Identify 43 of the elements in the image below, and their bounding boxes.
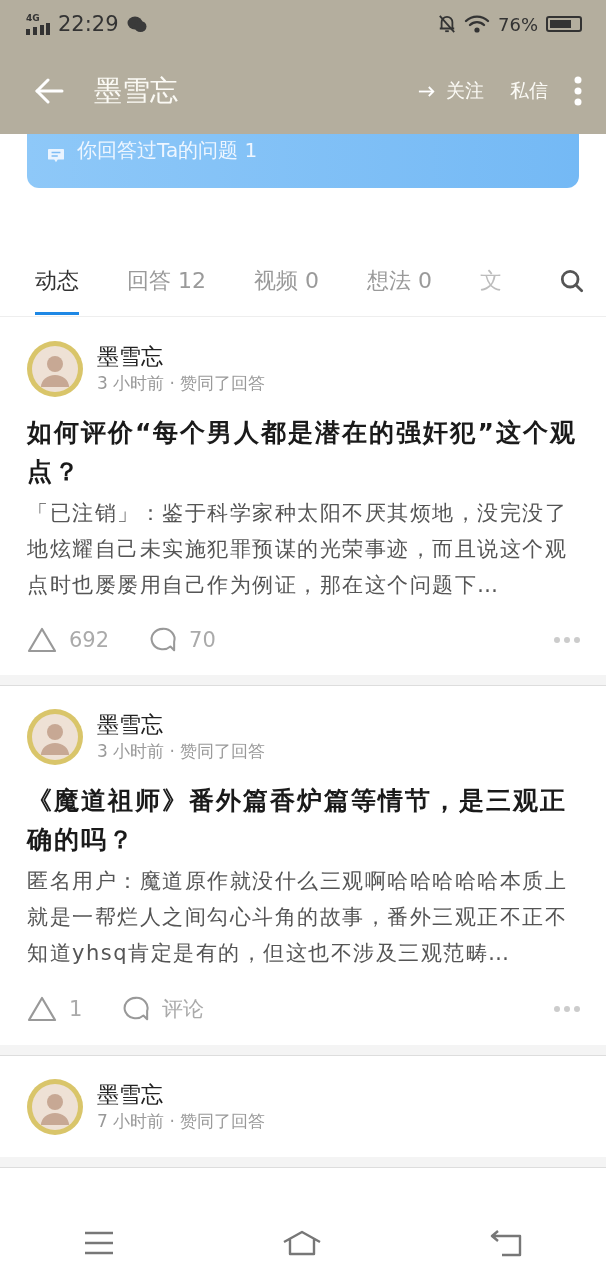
- back-icon[interactable]: [490, 1229, 522, 1257]
- avatar-icon: [27, 1079, 83, 1135]
- question-title[interactable]: 如何评价“每个男人都是潜在的强奸犯”这个观点？: [27, 413, 580, 491]
- comment-button[interactable]: 70: [149, 627, 216, 653]
- arrow-icon: [418, 85, 436, 97]
- upvote-button[interactable]: 1: [27, 996, 83, 1022]
- author-name[interactable]: 墨雪忘: [97, 343, 266, 371]
- activity-meta: 7 小时前 · 赞同了回答: [97, 1110, 266, 1133]
- profile-name: 墨雪忘: [94, 73, 179, 109]
- answer-excerpt[interactable]: 「已注销」：鉴于科学家种太阳不厌其烦地，没完没了地炫耀自己未实施犯罪预谋的光荣事迹，而且说这个观点时也屡屡用自己作为例证，那在这个问题下…: [27, 495, 580, 603]
- upvote-button[interactable]: 692: [27, 627, 110, 653]
- comment-bubble-icon: [149, 627, 178, 653]
- message-button[interactable]: 私信: [510, 78, 548, 104]
- menu-icon[interactable]: [84, 1231, 114, 1255]
- bell-muted-icon: [438, 14, 456, 34]
- tab[interactable]: 文: [480, 255, 502, 315]
- author-name[interactable]: 墨雪忘: [97, 711, 266, 739]
- comment-bubble-icon: [122, 996, 151, 1022]
- wifi-icon: [464, 14, 490, 34]
- avatar-icon: [27, 709, 83, 765]
- avatar-icon: [27, 341, 83, 397]
- home-icon[interactable]: [282, 1230, 322, 1256]
- triangle-icon: [27, 627, 57, 653]
- chat-app-icon: [126, 15, 147, 33]
- comment-icon: [47, 148, 65, 164]
- tab[interactable]: 动态: [35, 255, 79, 315]
- clock: 22:29: [58, 12, 119, 36]
- tab[interactable]: 想法 0: [367, 255, 432, 315]
- comment-button[interactable]: 评论: [122, 995, 205, 1023]
- activity-meta: 3 小时前 · 赞同了回答: [97, 372, 266, 395]
- tab[interactable]: 回答 12: [127, 255, 206, 315]
- activity-meta: 3 小时前 · 赞同了回答: [97, 740, 266, 763]
- tab[interactable]: 视频 0: [254, 255, 319, 315]
- banner-text: 你回答过Ta的问题 1: [77, 137, 258, 164]
- answer-excerpt[interactable]: 匿名用户：魔道原作就没什么三观啊哈哈哈哈哈本质上就是一帮烂人之间勾心斗角的故事，番外三观正不正不知道yhsq肯定是有的，但这也不涉及三观范畴…: [27, 863, 580, 971]
- answered-banner[interactable]: 你回答过Ta的问题 1: [27, 134, 579, 188]
- follow-button[interactable]: 关注: [418, 78, 484, 104]
- battery-icon: [546, 16, 582, 32]
- battery-percent: 76%: [498, 13, 538, 35]
- question-title[interactable]: 《魔道祖师》番外篇香炉篇等情节，是三观正确的吗？: [27, 781, 580, 859]
- author-name[interactable]: 墨雪忘: [97, 1081, 266, 1109]
- triangle-icon: [27, 996, 57, 1022]
- search-icon[interactable]: [560, 269, 584, 293]
